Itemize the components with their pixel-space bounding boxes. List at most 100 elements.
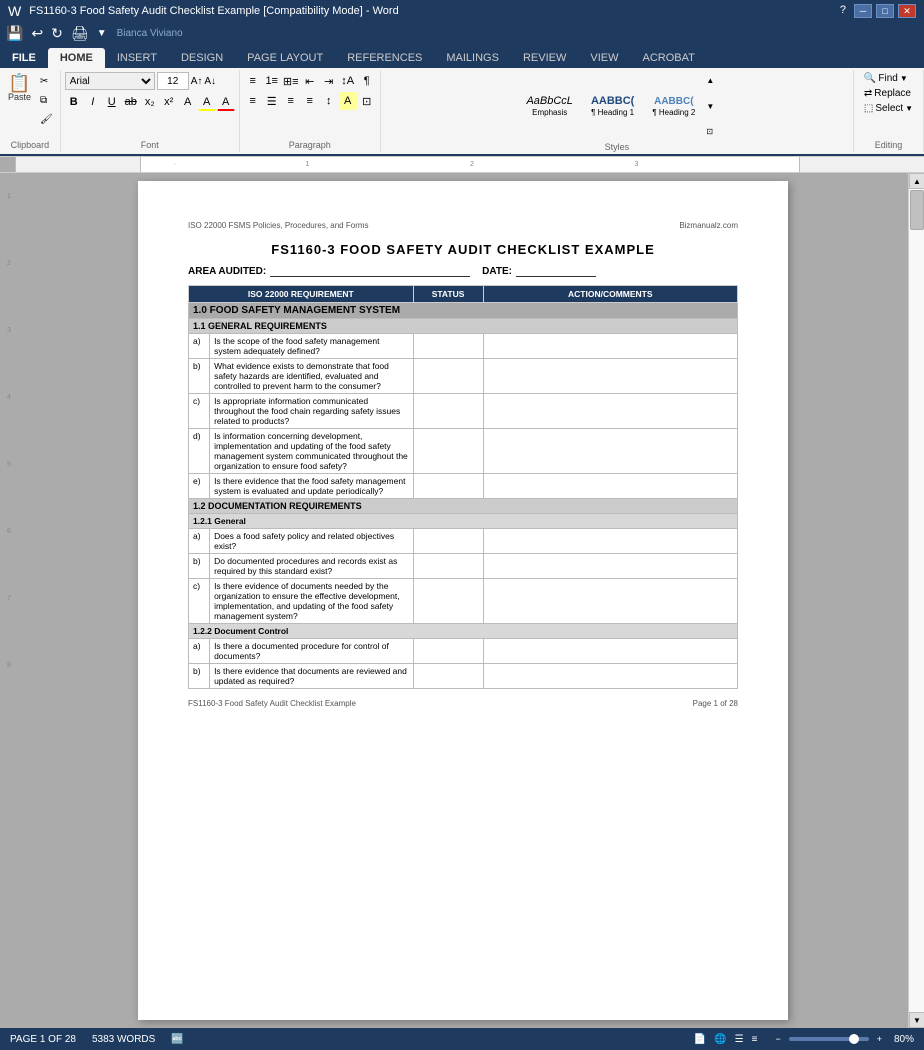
- strikethrough-button[interactable]: ab: [122, 93, 140, 111]
- item-letter: b): [189, 554, 210, 579]
- scroll-down-btn[interactable]: ▼: [909, 1012, 924, 1028]
- paste-button[interactable]: 📋 Paste: [4, 72, 35, 104]
- paragraph-controls: ≡ 1≡ ⊞≡ ⇤ ⇥ ↕A ¶ ≡ ☰ ≡ ≡ ↕ A ⊡: [244, 72, 376, 138]
- decrease-indent-button[interactable]: ⇤: [301, 72, 319, 90]
- style-heading1[interactable]: AABBC( ¶ Heading 1: [584, 92, 641, 120]
- shading-button[interactable]: A: [339, 92, 357, 110]
- sort-button[interactable]: ↕A: [339, 72, 357, 90]
- styles-scroll-buttons: ▲ ▼ ⊡: [706, 76, 714, 136]
- scroll-track[interactable]: [909, 189, 924, 1012]
- table-body: 1.0 FOOD SAFETY MANAGEMENT SYSTEM 1.1 GE…: [189, 303, 738, 689]
- font-size-input[interactable]: [157, 72, 189, 90]
- maximize-btn[interactable]: □: [876, 4, 894, 18]
- zoom-plus[interactable]: +: [877, 1034, 882, 1044]
- styles-up-btn[interactable]: ▲: [706, 76, 714, 85]
- italic-button[interactable]: I: [84, 93, 102, 111]
- styles-expand-btn[interactable]: ⊡: [706, 127, 714, 136]
- zoom-level[interactable]: 80%: [894, 1034, 914, 1045]
- zoom-minus[interactable]: −: [775, 1034, 780, 1044]
- find-dropdown[interactable]: ▼: [900, 74, 908, 83]
- styles-down-btn[interactable]: ▼: [706, 102, 714, 111]
- item-text: Does a food safety policy and related ob…: [210, 529, 414, 554]
- item-letter: c): [189, 579, 210, 624]
- tab-page-layout[interactable]: PAGE LAYOUT: [235, 48, 335, 68]
- select-button[interactable]: ⬚ Select ▼: [860, 102, 917, 115]
- style-emphasis[interactable]: AaBbCcL Emphasis: [519, 92, 579, 120]
- shrink-font-btn[interactable]: A↓: [204, 76, 216, 87]
- document-page: ISO 22000 FSMS Policies, Procedures, and…: [138, 181, 788, 1020]
- replace-button[interactable]: ⇄ Replace: [860, 87, 915, 100]
- section-1-header: 1.0 FOOD SAFETY MANAGEMENT SYSTEM: [189, 303, 738, 319]
- line-spacing-button[interactable]: ↕: [320, 92, 338, 110]
- grow-font-btn[interactable]: A↑: [191, 76, 203, 87]
- help-btn[interactable]: ?: [836, 4, 850, 18]
- view-web-btn[interactable]: 🌐: [714, 1034, 726, 1045]
- cut-button[interactable]: ✂: [37, 72, 56, 90]
- item-status: [413, 639, 483, 664]
- select-icon: ⬚: [864, 103, 873, 114]
- item-text: Is there evidence of documents needed by…: [210, 579, 414, 624]
- align-right-button[interactable]: ≡: [282, 92, 300, 110]
- bullets-button[interactable]: ≡: [244, 72, 262, 90]
- clear-formatting-button[interactable]: A: [179, 93, 197, 111]
- font-family-select[interactable]: Arial: [65, 72, 155, 90]
- increase-indent-button[interactable]: ⇥: [320, 72, 338, 90]
- find-button[interactable]: 🔍 Find ▼: [860, 72, 912, 85]
- show-marks-button[interactable]: ¶: [358, 72, 376, 90]
- tab-view[interactable]: VIEW: [578, 48, 630, 68]
- table-row: b) Is there evidence that documents are …: [189, 664, 738, 689]
- tab-mailings[interactable]: MAILINGS: [434, 48, 511, 68]
- item-status: [413, 359, 483, 394]
- align-left-button[interactable]: ≡: [244, 92, 262, 110]
- tab-home[interactable]: HOME: [48, 48, 105, 68]
- align-center-button[interactable]: ☰: [263, 92, 281, 110]
- view-outline-btn[interactable]: ☰: [735, 1034, 744, 1045]
- lang-indicator: 🔤: [171, 1034, 183, 1045]
- copy-button[interactable]: ⧉: [37, 91, 56, 109]
- title-bar: W FS1160-3 Food Safety Audit Checklist E…: [0, 0, 924, 22]
- bold-button[interactable]: B: [65, 93, 83, 111]
- print-qat-btn[interactable]: 🖨: [69, 25, 91, 42]
- multilevel-list-button[interactable]: ⊞≡: [282, 72, 300, 90]
- close-btn[interactable]: ✕: [898, 4, 916, 18]
- ribbon-body: 📋 Paste ✂ ⧉ 🖌 Clipboard Arial A: [0, 68, 924, 156]
- item-comments: [483, 359, 737, 394]
- zoom-thumb[interactable]: [849, 1034, 859, 1044]
- text-highlight-button[interactable]: A: [198, 93, 216, 111]
- font-color-button[interactable]: A: [217, 93, 235, 111]
- right-scrollbar[interactable]: ▲ ▼: [908, 173, 924, 1028]
- style-heading2[interactable]: AABBC( ¶ Heading 2: [645, 93, 702, 120]
- font-family-row: Arial A↑ A↓: [65, 72, 216, 90]
- zoom-slider[interactable]: [789, 1037, 869, 1041]
- table-row: b) Do documented procedures and records …: [189, 554, 738, 579]
- underline-button[interactable]: U: [103, 93, 121, 111]
- item-text: Is there evidence that the food safety m…: [210, 474, 414, 499]
- document-scroll-area[interactable]: ISO 22000 FSMS Policies, Procedures, and…: [18, 173, 908, 1028]
- qat-dropdown[interactable]: ▼: [95, 28, 109, 39]
- view-print-btn[interactable]: 📄: [694, 1034, 706, 1045]
- redo-qat-btn[interactable]: ↻: [49, 25, 65, 42]
- tab-insert[interactable]: INSERT: [105, 48, 169, 68]
- border-button[interactable]: ⊡: [358, 92, 376, 110]
- view-draft-btn[interactable]: ≡: [752, 1034, 758, 1045]
- scroll-thumb[interactable]: [910, 190, 924, 230]
- subscript-button[interactable]: x₂: [141, 93, 159, 111]
- tab-review[interactable]: REVIEW: [511, 48, 578, 68]
- tab-file[interactable]: FILE: [0, 48, 48, 68]
- minimize-btn[interactable]: ─: [854, 4, 872, 18]
- select-dropdown[interactable]: ▼: [905, 104, 913, 113]
- scroll-up-btn[interactable]: ▲: [909, 173, 924, 189]
- justify-button[interactable]: ≡: [301, 92, 319, 110]
- save-qat-btn[interactable]: 💾: [4, 25, 25, 42]
- table-header: ISO 22000 REQUIREMENT STATUS ACTION/COMM…: [189, 286, 738, 303]
- numbering-button[interactable]: 1≡: [263, 72, 281, 90]
- tab-acrobat[interactable]: ACROBAT: [630, 48, 706, 68]
- item-letter: e): [189, 474, 210, 499]
- item-text: Is the scope of the food safety manageme…: [210, 334, 414, 359]
- undo-qat-btn[interactable]: ↩: [29, 25, 45, 42]
- format-painter-button[interactable]: 🖌: [37, 110, 56, 128]
- tab-references[interactable]: REFERENCES: [335, 48, 434, 68]
- item-comments: [483, 474, 737, 499]
- tab-design[interactable]: DESIGN: [169, 48, 235, 68]
- superscript-button[interactable]: x²: [160, 93, 178, 111]
